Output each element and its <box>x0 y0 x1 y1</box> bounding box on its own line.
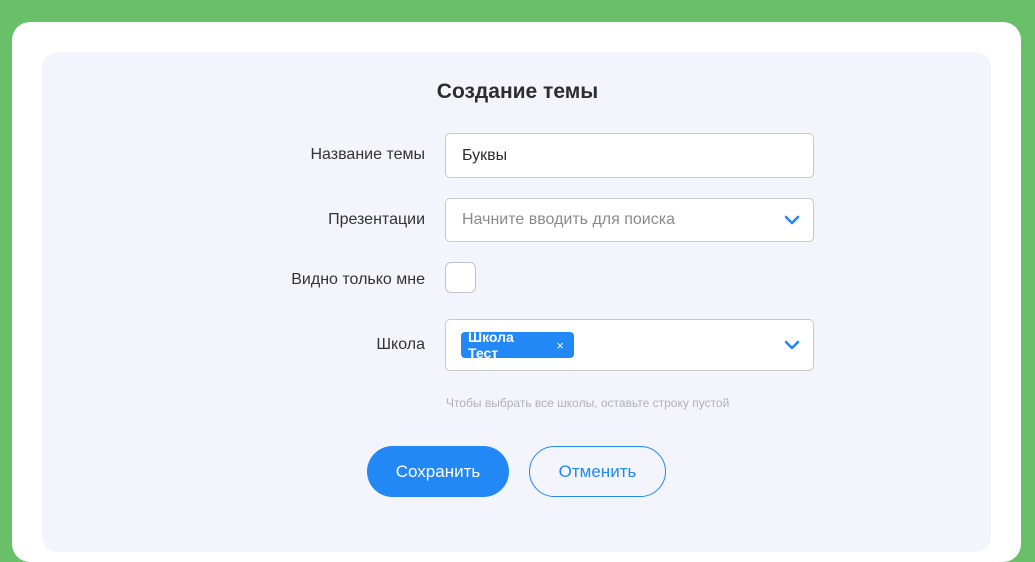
presentations-select[interactable] <box>445 198 814 242</box>
save-button[interactable]: Сохранить <box>367 446 509 497</box>
school-label: Школа <box>376 336 425 353</box>
page-title: Создание темы <box>436 80 599 103</box>
only-me-label: Видно только мне <box>291 271 425 288</box>
school-hint: Чтобы выбрать все школы, оставьте строку… <box>446 396 730 410</box>
topic-name-field[interactable] <box>445 133 814 178</box>
close-icon[interactable]: × <box>556 339 564 352</box>
school-tag-label: Школа Тест <box>468 329 514 361</box>
topic-name-input[interactable] <box>446 134 813 177</box>
school-tag: Школа Тест × <box>461 329 574 361</box>
topic-name-label: Название темы <box>310 146 426 163</box>
form-panel <box>42 52 991 552</box>
school-select[interactable]: Школа Тест × <box>445 319 814 371</box>
chevron-down-icon[interactable] <box>783 211 801 229</box>
cancel-button[interactable]: Отменить <box>529 446 666 497</box>
presentations-search-input[interactable] <box>446 199 813 241</box>
only-me-checkbox[interactable] <box>445 262 476 293</box>
presentations-label: Презентации <box>328 211 425 228</box>
chevron-down-icon[interactable] <box>783 336 801 354</box>
